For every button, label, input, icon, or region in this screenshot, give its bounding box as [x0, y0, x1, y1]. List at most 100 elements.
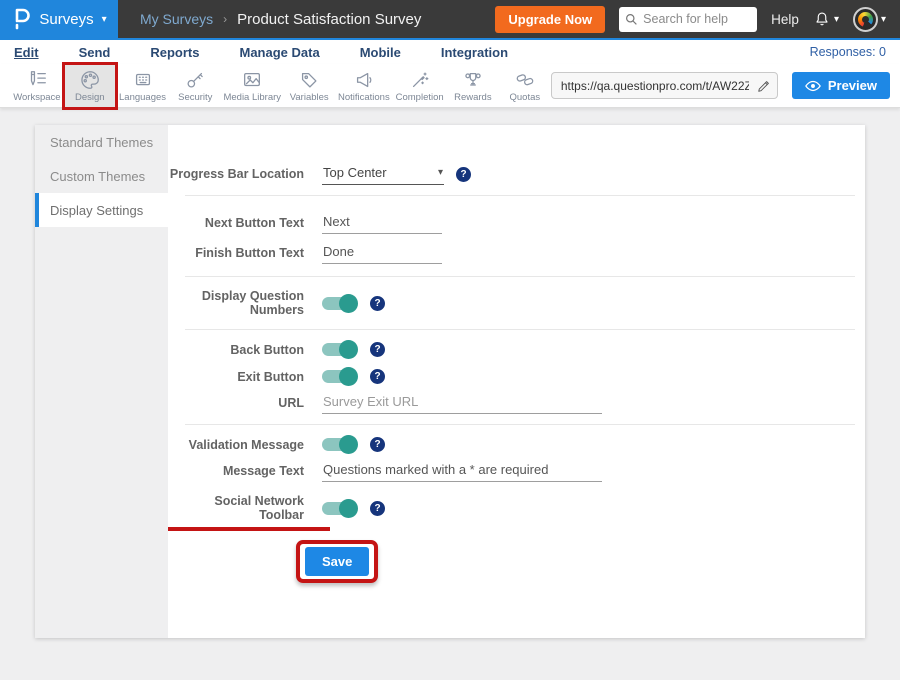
page-title: Product Satisfaction Survey — [237, 11, 421, 28]
eye-icon — [805, 80, 821, 92]
tab-send[interactable]: Send — [79, 45, 111, 60]
message-text-row: Message Text — [168, 460, 865, 482]
message-text-input[interactable] — [322, 460, 602, 482]
field-label: Back Button — [168, 343, 322, 357]
toolbar-item-label: Languages — [119, 92, 166, 103]
survey-url-input[interactable] — [561, 79, 749, 93]
display-settings-form: Progress Bar Location Top Center ▾ ? Nex… — [168, 125, 865, 638]
responses-count[interactable]: Responses: 0 — [810, 45, 886, 59]
annotation-box: Save — [296, 540, 378, 583]
toolbar-item-label: Workspace — [13, 92, 60, 103]
workspace-icon — [26, 69, 48, 91]
next-button-text-input[interactable] — [322, 212, 442, 234]
display-question-numbers-toggle[interactable] — [322, 297, 356, 310]
toolbar-item-languages[interactable]: Languages — [116, 64, 170, 108]
questionpro-logo-icon — [11, 7, 31, 31]
help-icon[interactable]: ? — [370, 437, 385, 452]
breadcrumb-parent[interactable]: My Surveys — [140, 11, 213, 27]
preview-button-label: Preview — [828, 78, 877, 93]
toolbar-item-notifications[interactable]: Notifications — [335, 64, 392, 108]
validation-message-toggle[interactable] — [322, 438, 356, 451]
help-icon[interactable]: ? — [370, 342, 385, 357]
tag-icon — [298, 69, 320, 91]
exit-url-input[interactable] — [322, 392, 602, 414]
finish-button-text-input[interactable] — [322, 242, 442, 264]
toolbar-item-workspace[interactable]: Workspace — [10, 64, 64, 108]
annotation-underline — [168, 527, 330, 531]
magic-wand-icon — [409, 69, 431, 91]
chevron-down-icon: ▾ — [834, 14, 839, 25]
toolbar-item-quotas[interactable]: Quotas — [499, 64, 551, 108]
product-menu-label: Surveys — [39, 11, 93, 28]
divider — [185, 424, 855, 425]
toolbar-item-completion[interactable]: Completion — [392, 64, 446, 108]
save-button[interactable]: Save — [305, 547, 369, 576]
field-label: Exit Button — [168, 370, 322, 384]
save-row: Save — [296, 540, 865, 583]
social-network-toolbar-row: Social Network Toolbar ? — [168, 494, 865, 522]
selected-value: Top Center — [323, 165, 387, 180]
account-menu[interactable]: ▾ — [853, 7, 886, 32]
exit-button-row: Exit Button ? — [168, 369, 865, 384]
pencil-icon — [757, 79, 771, 93]
design-sidebar: Standard Themes Custom Themes Display Se… — [35, 125, 168, 638]
survey-nav-tabs: Edit Send Reports Manage Data Mobile Int… — [0, 38, 900, 64]
toolbar-item-security[interactable]: Security — [169, 64, 221, 108]
toolbar-item-rewards[interactable]: Rewards — [447, 64, 499, 108]
toolbar-item-label: Quotas — [510, 92, 541, 103]
avatar — [853, 7, 878, 32]
tab-mobile[interactable]: Mobile — [360, 45, 401, 60]
sidebar-item-standard-themes[interactable]: Standard Themes — [35, 125, 168, 159]
notifications-menu[interactable]: ▾ — [813, 10, 839, 28]
exit-button-toggle[interactable] — [322, 370, 356, 383]
edit-url-button[interactable] — [755, 77, 773, 95]
search-input[interactable] — [643, 12, 748, 26]
help-icon[interactable]: ? — [370, 369, 385, 384]
chain-links-icon — [514, 69, 536, 91]
key-icon — [184, 69, 206, 91]
toolbar-item-label: Security — [178, 92, 212, 103]
field-label: Display Question Numbers — [168, 289, 322, 317]
divider — [185, 329, 855, 330]
breadcrumb: My Surveys › Product Satisfaction Survey — [140, 11, 421, 28]
field-label: Validation Message — [168, 438, 322, 452]
tab-reports[interactable]: Reports — [150, 45, 199, 60]
next-button-text-row: Next Button Text — [168, 212, 865, 234]
preview-button[interactable]: Preview — [792, 72, 890, 99]
finish-button-text-row: Finish Button Text — [168, 242, 865, 264]
help-icon[interactable]: ? — [370, 501, 385, 516]
back-button-row: Back Button ? — [168, 342, 865, 357]
content-area: Standard Themes Custom Themes Display Se… — [0, 108, 900, 638]
sidebar-item-display-settings[interactable]: Display Settings — [35, 193, 168, 227]
toolbar-item-label: Variables — [290, 92, 329, 103]
validation-message-row: Validation Message ? — [168, 437, 865, 452]
upgrade-now-button[interactable]: Upgrade Now — [495, 6, 605, 33]
chevron-down-icon: ▾ — [102, 14, 107, 25]
toolbar-item-label: Design — [75, 92, 105, 103]
toolbar-item-design[interactable]: Design — [64, 64, 116, 108]
help-icon[interactable]: ? — [370, 296, 385, 311]
tab-integration[interactable]: Integration — [441, 45, 508, 60]
search-icon — [625, 13, 638, 26]
social-network-toolbar-toggle[interactable] — [322, 502, 356, 515]
tab-edit[interactable]: Edit — [14, 45, 39, 60]
progress-bar-location-select[interactable]: Top Center ▾ — [322, 163, 444, 185]
toolbar-item-media-library[interactable]: Media Library — [221, 64, 283, 108]
breadcrumb-separator: › — [223, 12, 227, 26]
edit-toolbar: Workspace Design Languages Security Medi… — [0, 64, 900, 108]
back-button-toggle[interactable] — [322, 343, 356, 356]
field-label: Message Text — [168, 464, 322, 478]
field-label: URL — [168, 396, 322, 410]
toolbar-item-label: Notifications — [338, 92, 390, 103]
toolbar-item-variables[interactable]: Variables — [283, 64, 335, 108]
toolbar-item-label: Rewards — [454, 92, 492, 103]
help-search-box[interactable] — [619, 7, 757, 32]
survey-url-box — [551, 72, 778, 99]
tab-manage-data[interactable]: Manage Data — [239, 45, 319, 60]
exit-url-row: URL — [168, 392, 865, 414]
top-header: Surveys ▾ My Surveys › Product Satisfact… — [0, 0, 900, 38]
help-link[interactable]: Help — [771, 12, 799, 27]
product-menu[interactable]: Surveys ▾ — [0, 0, 118, 38]
sidebar-item-custom-themes[interactable]: Custom Themes — [35, 159, 168, 193]
help-icon[interactable]: ? — [456, 167, 471, 182]
